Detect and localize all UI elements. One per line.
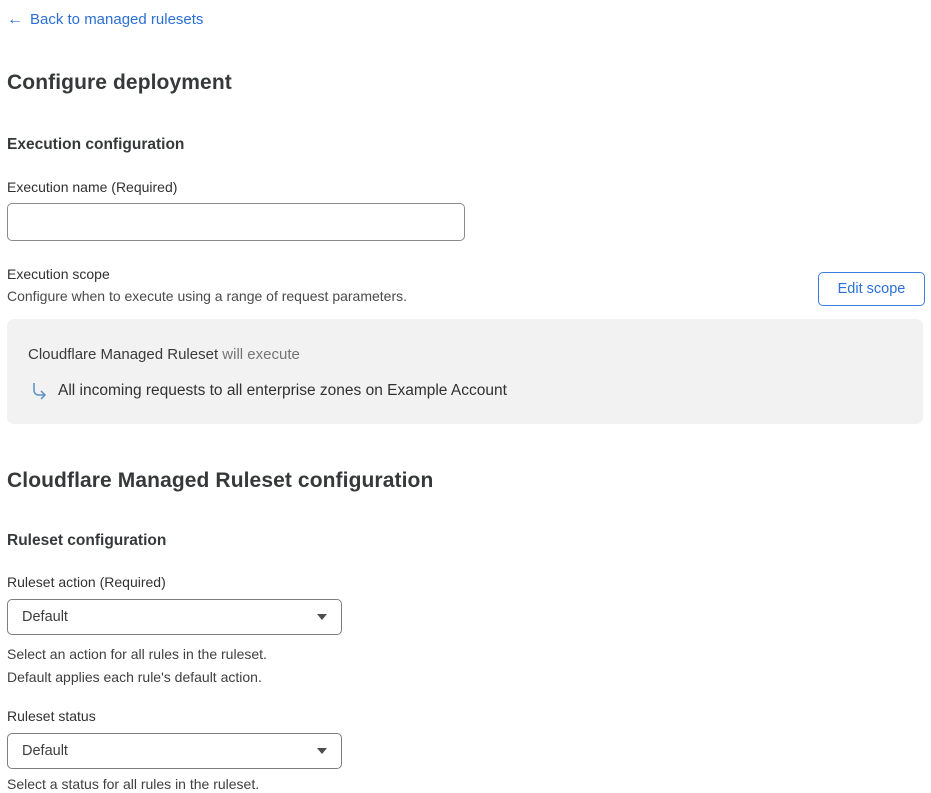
- execution-scope-label: Execution scope: [7, 266, 110, 282]
- execution-name-label: Execution name (Required): [7, 179, 178, 195]
- edit-scope-button[interactable]: Edit scope: [818, 272, 925, 306]
- chevron-down-icon: [317, 748, 327, 754]
- ruleset-configuration-title: Cloudflare Managed Ruleset configuration: [7, 469, 434, 492]
- ruleset-status-select[interactable]: Default: [7, 733, 342, 769]
- ruleset-configuration-heading: Ruleset configuration: [7, 532, 167, 549]
- configure-deployment-page: ← Back to managed rulesets Configure dep…: [0, 0, 931, 793]
- scope-summary-suffix: will execute: [218, 346, 300, 363]
- execution-name-input[interactable]: [7, 203, 465, 241]
- back-arrow-icon: ←: [7, 11, 23, 28]
- execution-configuration-heading: Execution configuration: [7, 136, 185, 153]
- ruleset-action-selected-value: Default: [22, 609, 68, 625]
- elbow-arrow-icon: [30, 382, 49, 401]
- page-title: Configure deployment: [7, 71, 232, 94]
- chevron-down-icon: [317, 614, 327, 620]
- scope-summary-target-row: All incoming requests to all enterprise …: [28, 381, 902, 401]
- scope-summary-headline: Cloudflare Managed Ruleset will execute: [28, 346, 902, 364]
- scope-summary-ruleset-name: Cloudflare Managed Ruleset: [28, 346, 219, 363]
- scope-summary-target: All incoming requests to all enterprise …: [58, 382, 507, 399]
- ruleset-status-label: Ruleset status: [7, 708, 96, 724]
- execution-scope-text: Execution scope Configure when to execut…: [7, 266, 407, 304]
- execution-scope-row: Execution scope Configure when to execut…: [7, 266, 925, 306]
- back-link-label: Back to managed rulesets: [30, 11, 204, 28]
- scope-summary-box: Cloudflare Managed Ruleset will execute …: [7, 319, 923, 424]
- execution-scope-description: Configure when to execute using a range …: [7, 288, 408, 304]
- ruleset-action-help-line2: Default applies each rule's default acti…: [7, 669, 262, 685]
- ruleset-status-help: Select a status for all rules in the rul…: [7, 776, 260, 792]
- ruleset-action-select[interactable]: Default: [7, 599, 342, 635]
- ruleset-action-help-line1: Select an action for all rules in the ru…: [7, 646, 267, 662]
- back-link[interactable]: ← Back to managed rulesets: [7, 10, 203, 30]
- ruleset-action-label: Ruleset action (Required): [7, 574, 166, 590]
- ruleset-status-selected-value: Default: [22, 743, 68, 759]
